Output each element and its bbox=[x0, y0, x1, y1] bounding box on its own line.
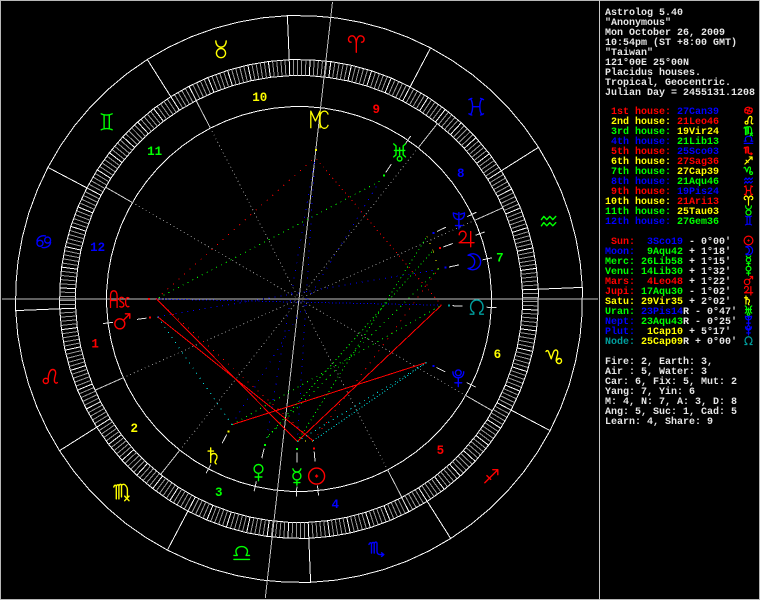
svg-text:8: 8 bbox=[457, 167, 465, 181]
svg-text:27Gem36: 27Gem36 bbox=[677, 217, 719, 228]
svg-text:Learn: 4, Share: 9: Learn: 4, Share: 9 bbox=[605, 416, 713, 428]
svg-text:10: 10 bbox=[252, 91, 267, 105]
svg-text:12: 12 bbox=[90, 241, 105, 255]
svg-text:25Cap09: 25Cap09 bbox=[641, 337, 683, 348]
svg-text:6: 6 bbox=[494, 348, 502, 362]
svg-text:4: 4 bbox=[331, 498, 339, 512]
svg-text:11: 11 bbox=[147, 145, 162, 159]
svg-text:2: 2 bbox=[130, 422, 138, 436]
svg-text:7: 7 bbox=[496, 251, 504, 265]
svg-text:R: R bbox=[683, 337, 689, 348]
svg-text:Node:: Node: bbox=[605, 336, 635, 348]
svg-text:+ 0°00': + 0°00' bbox=[695, 336, 737, 348]
svg-text:5: 5 bbox=[437, 444, 445, 458]
svg-text:12th house:: 12th house: bbox=[605, 216, 671, 228]
svg-text:3: 3 bbox=[215, 486, 223, 500]
svg-text:1: 1 bbox=[91, 338, 99, 352]
svg-text:Julian Day = 2455131.1208: Julian Day = 2455131.1208 bbox=[605, 87, 755, 99]
svg-text:9: 9 bbox=[372, 103, 380, 117]
